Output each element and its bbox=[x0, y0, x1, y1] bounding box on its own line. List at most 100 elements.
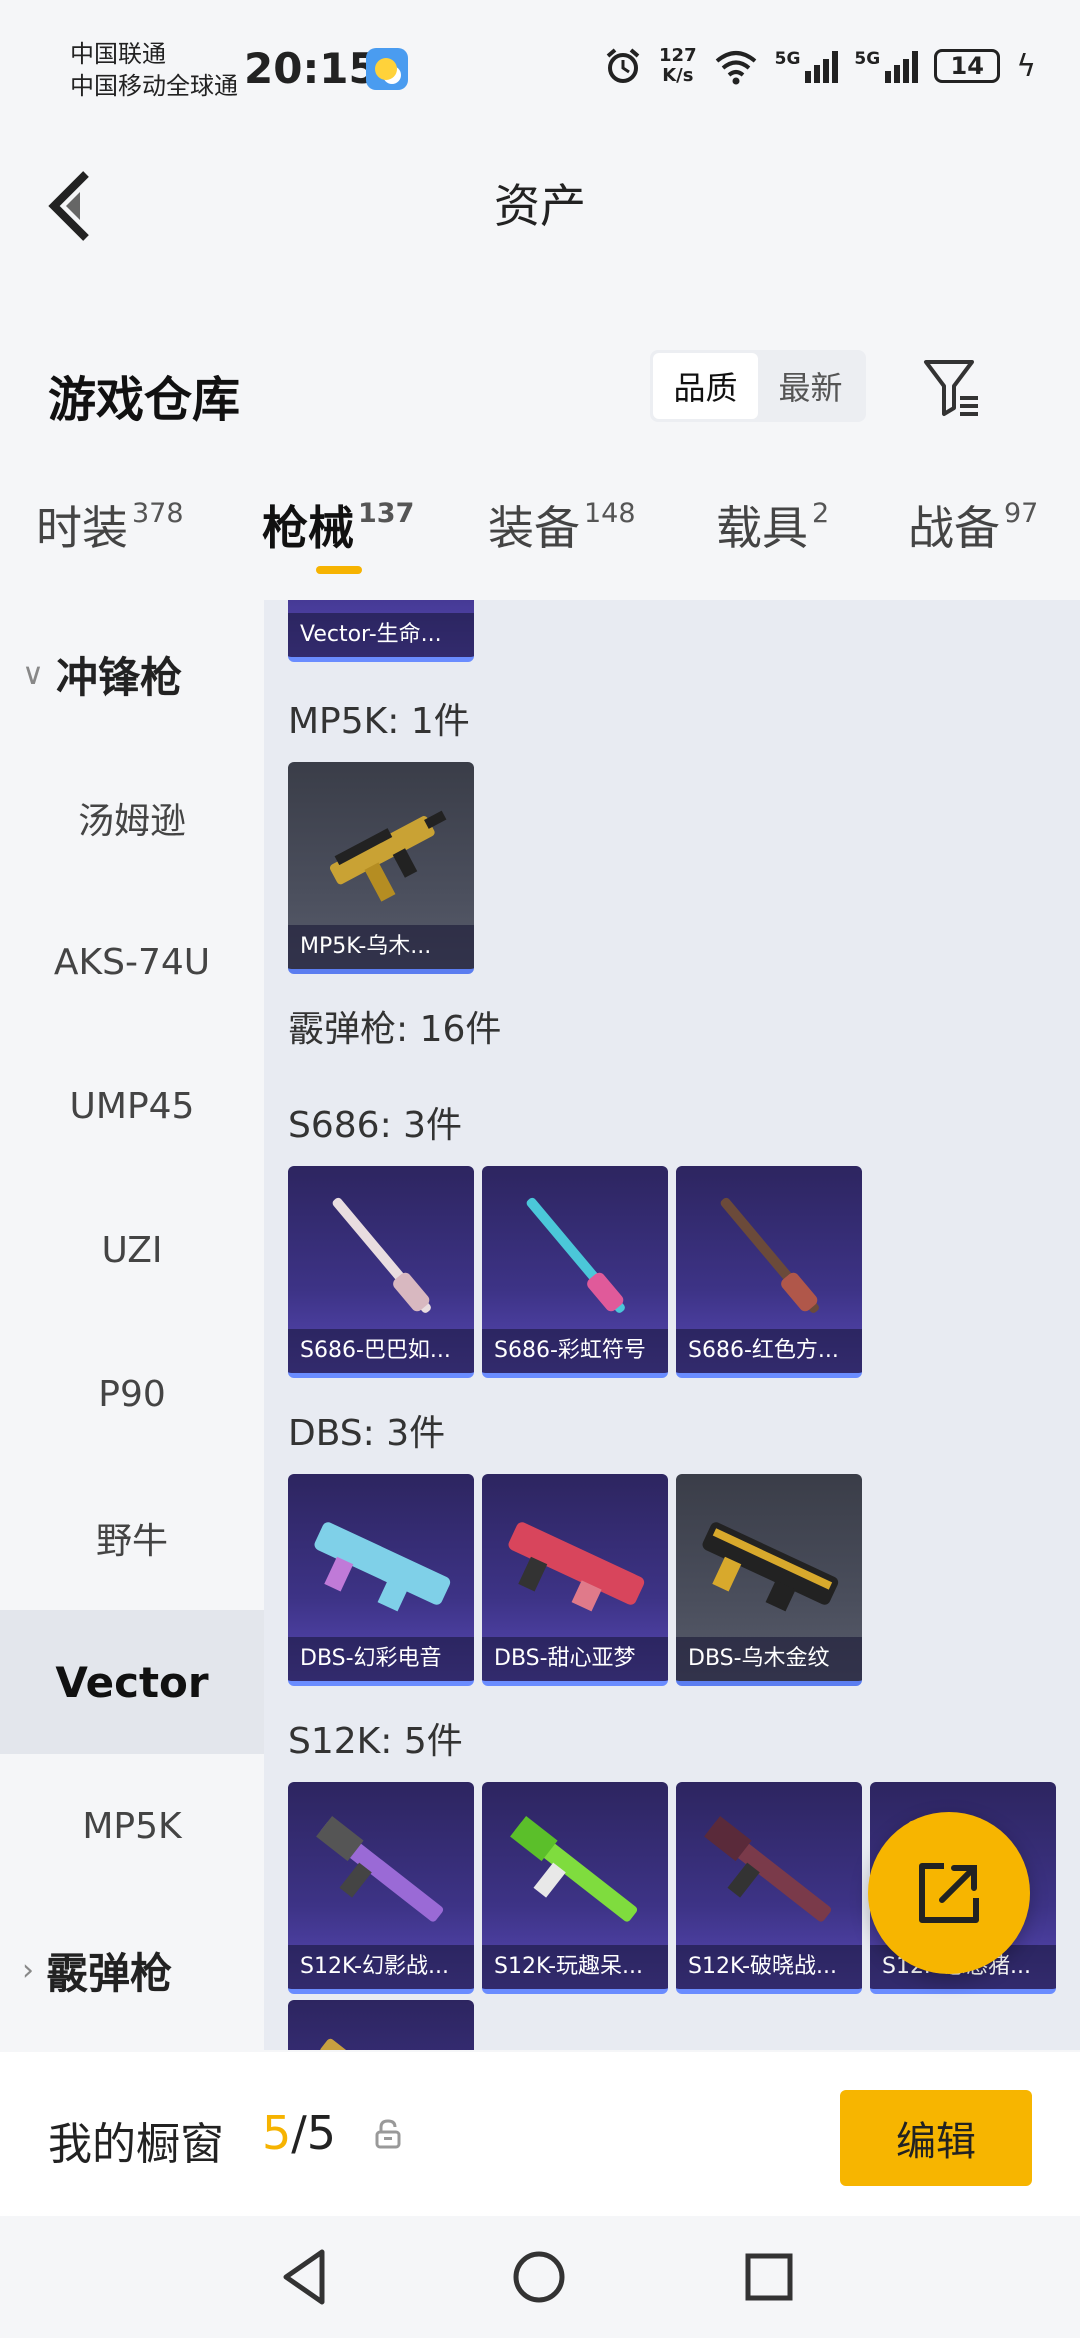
category-tabs: 时装 378 枪械 137 装备 148 载具 2 战备 97 bbox=[0, 458, 1080, 598]
showcase-current: 5 bbox=[262, 2106, 292, 2160]
wifi-icon bbox=[715, 51, 756, 85]
lock-icon bbox=[375, 2119, 401, 2149]
section-label-dbs: DBS: 3件 bbox=[288, 1413, 446, 1454]
shotgun-icon bbox=[526, 1197, 625, 1313]
item-card[interactable]: DBS-甜心亚梦 bbox=[482, 1474, 668, 1686]
charging-icon: ϟ bbox=[1016, 48, 1036, 84]
signal-icon: 5G bbox=[775, 49, 839, 83]
item-card[interactable]: S12K-破晓战... bbox=[676, 1782, 862, 1994]
tab-count: 97 bbox=[1004, 498, 1039, 529]
shotgun-icon bbox=[508, 1522, 645, 1612]
filter-icon[interactable] bbox=[920, 356, 984, 420]
tab-label: 载具 bbox=[716, 501, 808, 555]
sidebar-group-smg[interactable]: ∨ 冲锋枪 bbox=[0, 602, 264, 746]
carrier-info: 中国联通 中国移动全球通 bbox=[70, 38, 238, 102]
net-speed: 127 K/s bbox=[659, 46, 697, 86]
item-name: S12K-幻影战... bbox=[288, 1945, 474, 1989]
tab-label: 装备 bbox=[488, 501, 580, 555]
chevron-down-icon: ∨ bbox=[22, 656, 44, 692]
signal-2-label: 5G bbox=[854, 49, 881, 69]
carrier-1: 中国联通 bbox=[70, 40, 166, 68]
sidebar-group-label: 霰弹枪 bbox=[46, 1948, 173, 1998]
sidebar-item-p90[interactable]: P90 bbox=[0, 1322, 264, 1466]
signal-1-label: 5G bbox=[774, 49, 801, 69]
shotgun-icon bbox=[510, 1816, 638, 1922]
subcategory-sidebar: ∨ 冲锋枪 汤姆逊 AKS-74U UMP45 UZI P90 野牛 Vecto… bbox=[0, 600, 264, 2050]
shotgun-icon bbox=[704, 1816, 832, 1922]
battery-icon: 14 bbox=[934, 49, 1001, 83]
tab-label: 时装 bbox=[36, 501, 128, 555]
item-card[interactable]: Vector-生命... bbox=[288, 600, 474, 662]
item-card[interactable]: DBS-幻彩电音 bbox=[288, 1474, 474, 1686]
item-name: S12K-破晓战... bbox=[676, 1945, 862, 1989]
status-time: 20:15 bbox=[244, 44, 378, 93]
sidebar-group-label: 冲锋枪 bbox=[55, 652, 182, 702]
sidebar-group-shotgun[interactable]: › 霰弹枪 bbox=[0, 1898, 264, 2042]
item-card[interactable] bbox=[288, 2000, 474, 2050]
section-label-shotgun: 霰弹枪: 16件 bbox=[288, 1009, 502, 1050]
showcase-separator: / bbox=[291, 2106, 307, 2160]
item-name: DBS-甜心亚梦 bbox=[482, 1637, 668, 1681]
sort-quality-button[interactable]: 品质 bbox=[653, 353, 758, 419]
showcase-label: 我的橱窗 bbox=[48, 2119, 224, 2170]
page-title: 资产 bbox=[494, 179, 586, 233]
shotgun-icon bbox=[316, 1816, 444, 1922]
shotgun-icon bbox=[320, 2038, 444, 2050]
status-bar: 中国联通 中国移动全球通 20:15 127 K/s 5G 5G 14 ϟ bbox=[0, 0, 1080, 120]
shotgun-icon bbox=[332, 1197, 431, 1313]
tab-firearms[interactable]: 枪械 137 bbox=[262, 492, 414, 558]
item-name: MP5K-乌木... bbox=[288, 925, 474, 969]
tab-fashion[interactable]: 时装 378 bbox=[36, 492, 184, 558]
weather-icon bbox=[366, 48, 408, 90]
section-label-s12k: S12K: 5件 bbox=[288, 1721, 463, 1762]
item-name: DBS-幻彩电音 bbox=[288, 1637, 474, 1681]
sort-newest-button[interactable]: 最新 bbox=[758, 353, 863, 419]
section-label-mp5k: MP5K: 1件 bbox=[288, 701, 470, 742]
nav-home-icon[interactable] bbox=[504, 2242, 574, 2312]
sort-toggle: 品质 最新 bbox=[650, 350, 866, 422]
showcase-total: 5 bbox=[306, 2106, 337, 2160]
item-name: S686-巴巴如... bbox=[288, 1329, 474, 1373]
sidebar-item-vector[interactable]: Vector bbox=[0, 1610, 264, 1754]
item-card[interactable]: DBS-乌木金纹 bbox=[676, 1474, 862, 1686]
item-name: S12K-玩趣呆... bbox=[482, 1945, 668, 1989]
tab-count: 2 bbox=[812, 498, 830, 529]
smg-icon bbox=[329, 810, 447, 902]
shotgun-icon bbox=[702, 1522, 839, 1612]
item-card[interactable]: MP5K-乌木... bbox=[288, 762, 474, 974]
item-name: Vector-生命... bbox=[288, 613, 474, 657]
alarm-icon bbox=[606, 48, 640, 83]
system-nav-bar bbox=[0, 2216, 1080, 2338]
item-card[interactable]: S686-彩虹符号 bbox=[482, 1166, 668, 1378]
sidebar-item-uzi[interactable]: UZI bbox=[0, 1178, 264, 1322]
carrier-2: 中国移动全球通 bbox=[70, 72, 238, 100]
net-speed-unit: K/s bbox=[662, 65, 694, 86]
item-name: S686-红色方... bbox=[676, 1329, 862, 1373]
nav-recents-icon[interactable] bbox=[734, 2242, 804, 2312]
warehouse-header: 游戏仓库 品质 最新 bbox=[0, 330, 1080, 460]
sidebar-item-bizon[interactable]: 野牛 bbox=[0, 1466, 264, 1610]
sidebar-item-mp5k[interactable]: MP5K bbox=[0, 1754, 264, 1898]
item-card[interactable]: S686-巴巴如... bbox=[288, 1166, 474, 1378]
sidebar-item-ump45[interactable]: UMP45 bbox=[0, 1034, 264, 1178]
tab-supplies[interactable]: 战备 97 bbox=[908, 492, 1038, 558]
item-card[interactable]: S12K-玩趣呆... bbox=[482, 1782, 668, 1994]
nav-back-icon[interactable] bbox=[272, 2242, 342, 2312]
showcase-count: 5/5 bbox=[262, 2106, 336, 2160]
showcase-bar: 我的橱窗 5/5 编辑 bbox=[0, 2052, 1080, 2216]
tab-active-indicator bbox=[316, 566, 362, 574]
edit-button[interactable]: 编辑 bbox=[840, 2090, 1032, 2186]
shotgun-icon bbox=[314, 1522, 451, 1612]
item-card[interactable]: S686-红色方... bbox=[676, 1166, 862, 1378]
tab-label: 枪械 bbox=[262, 501, 354, 555]
share-button[interactable] bbox=[868, 1812, 1030, 1974]
sidebar-item-thompson[interactable]: 汤姆逊 bbox=[0, 746, 264, 890]
chevron-right-icon: › bbox=[22, 1952, 34, 1988]
item-name: DBS-乌木金纹 bbox=[676, 1637, 862, 1681]
item-card[interactable]: S12K-幻影战... bbox=[288, 1782, 474, 1994]
tab-vehicles[interactable]: 载具 2 bbox=[716, 492, 829, 558]
net-speed-value: 127 bbox=[659, 45, 697, 66]
share-icon bbox=[919, 1863, 979, 1923]
sidebar-item-aks74u[interactable]: AKS-74U bbox=[0, 890, 264, 1034]
tab-equipment[interactable]: 装备 148 bbox=[488, 492, 636, 558]
